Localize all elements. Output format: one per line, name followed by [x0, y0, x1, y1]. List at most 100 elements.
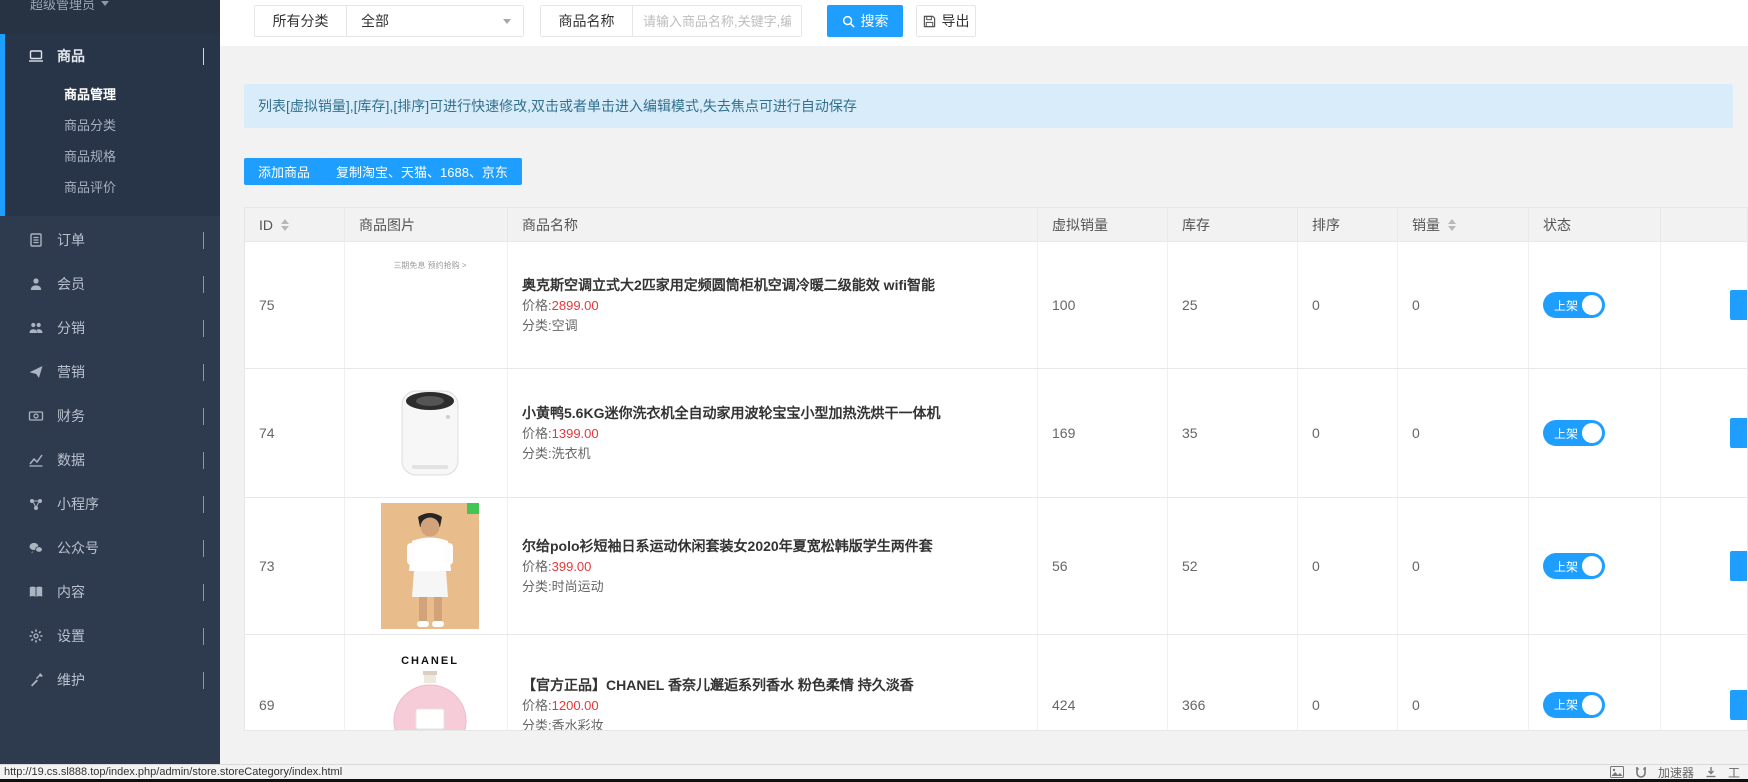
product-category-line: 分类:空调	[522, 318, 578, 334]
tool-label[interactable]: 工	[1728, 764, 1740, 781]
chevron-left-icon	[203, 672, 204, 689]
chevron-left-icon	[203, 584, 204, 601]
product-category-line: 分类:洗衣机	[522, 446, 591, 462]
chevron-left-icon	[203, 496, 204, 513]
cell-virtual-sales[interactable]: 169	[1038, 369, 1168, 497]
add-product-button[interactable]: 添加商品	[244, 158, 324, 185]
edit-button[interactable]: 编辑	[1730, 690, 1748, 720]
product-name-input[interactable]	[633, 6, 801, 36]
product-price: 2899.00	[552, 298, 599, 313]
chevron-left-icon	[203, 452, 204, 469]
category-select[interactable]: 全部	[347, 6, 523, 36]
export-button-label: 导出	[942, 11, 970, 31]
subitem-label: 商品管理	[64, 84, 116, 103]
cell-sort[interactable]: 0	[1298, 635, 1398, 731]
sidebar-item-label: 营销	[57, 362, 85, 382]
sidebar-item-distribution[interactable]: 分销	[0, 306, 220, 350]
product-name: 奥克斯空调立式大2匹家用定频圆筒柜机空调冷暖二级能效 wifi智能	[522, 276, 935, 294]
header-virtual-sales: 虚拟销量	[1038, 208, 1168, 241]
export-button[interactable]: 导出	[916, 5, 976, 37]
cell-virtual-sales[interactable]: 56	[1038, 498, 1168, 634]
sort-icon[interactable]	[281, 219, 289, 231]
sidebar-nav: 订单 会员 分销	[0, 216, 220, 702]
sidebar-item-label: 公众号	[57, 538, 99, 558]
cell-virtual-sales[interactable]: 100	[1038, 242, 1168, 368]
cell-status: 上架	[1529, 498, 1661, 634]
cell-action: 编辑	[1661, 369, 1748, 497]
cell-stock[interactable]: 366	[1168, 635, 1298, 731]
svg-text:CHANEL: CHANEL	[401, 655, 459, 667]
sidebar-item-content[interactable]: 内容	[0, 570, 220, 614]
header-sort: 排序	[1298, 208, 1398, 241]
search-icon	[842, 15, 855, 28]
edit-button[interactable]: 编辑	[1730, 551, 1748, 581]
search-button[interactable]: 搜索	[827, 5, 903, 37]
cell-stock[interactable]: 25	[1168, 242, 1298, 368]
product-price-line: 价格:1200.00	[522, 698, 599, 714]
cell-name: 奥克斯空调立式大2匹家用定频圆筒柜机空调冷暖二级能效 wifi智能 价格:289…	[508, 242, 1038, 368]
member-icon	[28, 276, 44, 292]
copy-product-button[interactable]: 复制淘宝、天猫、1688、京东	[322, 158, 522, 185]
product-price: 1399.00	[552, 426, 599, 441]
sidebar-item-members[interactable]: 会员	[0, 262, 220, 306]
cell-sales: 0	[1398, 498, 1529, 634]
header-status: 状态	[1529, 208, 1661, 241]
cell-name: 【官方正品】CHANEL 香奈儿邂逅系列香水 粉色柔情 持久淡香 价格:1200…	[508, 635, 1038, 731]
status-toggle[interactable]: 上架	[1543, 292, 1605, 318]
cell-virtual-sales[interactable]: 424	[1038, 635, 1168, 731]
subitem-label: 商品分类	[64, 115, 116, 134]
sidebar-item-settings[interactable]: 设置	[0, 614, 220, 658]
cell-stock[interactable]: 35	[1168, 369, 1298, 497]
status-toggle[interactable]: 上架	[1543, 553, 1605, 579]
edit-button[interactable]: 编辑	[1730, 290, 1748, 320]
cell-stock[interactable]: 52	[1168, 498, 1298, 634]
cell-action: 编辑	[1661, 242, 1748, 368]
sidebar-item-label: 维护	[57, 670, 85, 690]
status-toggle[interactable]: 上架	[1543, 420, 1605, 446]
sidebar-item-official-account[interactable]: 公众号	[0, 526, 220, 570]
cell-id: 75	[245, 242, 345, 368]
table-row: 69 CHANEL 【官方正品】CHANEL 香奈儿邂逅系列香水 粉色柔情 持久…	[245, 635, 1747, 731]
product-category-line: 分类:时尚运动	[522, 579, 604, 595]
sidebar-subitem-product-review[interactable]: 商品评价	[0, 171, 220, 202]
name-filter-group: 商品名称	[540, 5, 802, 37]
sidebar-item-finance[interactable]: 财务	[0, 394, 220, 438]
product-image-outfit	[381, 503, 479, 629]
sidebar-subitem-product-manage[interactable]: 商品管理	[0, 78, 220, 109]
chevron-left-icon	[203, 320, 204, 337]
book-icon	[28, 584, 44, 600]
sidebar-subitem-product-spec[interactable]: 商品规格	[0, 140, 220, 171]
sidebar-subitem-product-category[interactable]: 商品分类	[0, 109, 220, 140]
sidebar-item-label: 分销	[57, 318, 85, 338]
product-image-perfume: CHANEL	[380, 649, 480, 732]
status-toggle[interactable]: 上架	[1543, 692, 1605, 718]
product-name: 【官方正品】CHANEL 香奈儿邂逅系列香水 粉色柔情 持久淡香	[522, 676, 914, 694]
sidebar-item-marketing[interactable]: 营销	[0, 350, 220, 394]
sort-icon[interactable]	[1448, 219, 1456, 231]
toggle-knob	[1582, 695, 1602, 715]
cell-sort[interactable]: 0	[1298, 242, 1398, 368]
image-icon[interactable]	[1610, 766, 1624, 778]
download-icon[interactable]	[1705, 766, 1717, 778]
cell-image: CHANEL	[345, 635, 508, 731]
cell-sort[interactable]: 0	[1298, 498, 1398, 634]
cell-sort[interactable]: 0	[1298, 369, 1398, 497]
product-price-line: 价格:1399.00	[522, 426, 599, 442]
cell-status: 上架	[1529, 369, 1661, 497]
toggle-knob	[1582, 295, 1602, 315]
accelerator-label[interactable]: 加速器	[1658, 764, 1694, 781]
sidebar-item-data[interactable]: 数据	[0, 438, 220, 482]
edit-button[interactable]: 编辑	[1730, 418, 1748, 448]
sidebar-item-maintenance[interactable]: 维护	[0, 658, 220, 702]
gear-icon	[28, 628, 44, 644]
sidebar-item-label: 会员	[57, 274, 85, 294]
sidebar-item-orders[interactable]: 订单	[0, 218, 220, 262]
wrench-icon	[28, 672, 44, 688]
magnet-icon[interactable]	[1635, 766, 1647, 778]
money-icon	[28, 408, 44, 424]
sidebar: 超级管理员 商品 商品管理 商品分类 商品规格	[0, 0, 220, 764]
chevron-left-icon	[203, 408, 204, 425]
user-menu[interactable]: 超级管理员	[0, 0, 220, 34]
sidebar-item-miniprogram[interactable]: 小程序	[0, 482, 220, 526]
sidebar-item-product[interactable]: 商品	[0, 34, 220, 78]
